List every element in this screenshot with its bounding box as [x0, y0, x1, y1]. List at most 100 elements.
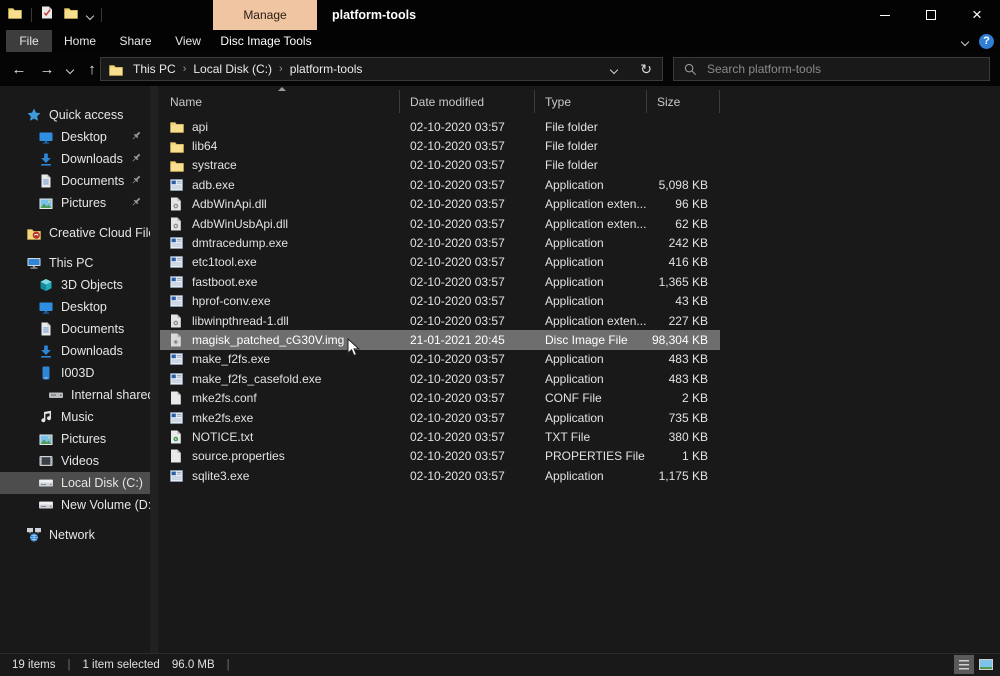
file-row-source-properties[interactable]: source.properties02-10-2020 03:57PROPERT… [160, 447, 720, 466]
sidebar-item-local-disk-c[interactable]: Local Disk (C:) [0, 472, 150, 494]
column-header-type[interactable]: Type [535, 90, 647, 113]
file-type: Application [535, 372, 647, 386]
file-size: 96 KB [647, 197, 712, 211]
breadcrumb: This PC›Local Disk (C:)›platform-tools [129, 62, 366, 76]
sidebar-item-desktop[interactable]: Desktop [0, 126, 150, 148]
tab-home[interactable]: Home [52, 30, 108, 52]
sidebar-item-this-pc[interactable]: This PC [0, 252, 150, 274]
help-icon[interactable]: ? [979, 34, 994, 49]
column-header-size[interactable]: Size [647, 90, 720, 113]
file-row-dmtracedump-exe[interactable]: dmtracedump.exe02-10-2020 03:57Applicati… [160, 233, 720, 252]
file-row-mke2fs-conf[interactable]: mke2fs.conf02-10-2020 03:57CONF File2 KB [160, 388, 720, 407]
sidebar-scrollbar[interactable] [150, 86, 158, 653]
tab-view[interactable]: View [163, 30, 213, 52]
selection-size: 96.0 MB [172, 659, 215, 671]
forward-button[interactable]: → [34, 57, 60, 81]
sidebar-item-i003d[interactable]: I003D [0, 362, 150, 384]
file-row-sqlite3-exe[interactable]: sqlite3.exe02-10-2020 03:57Application1,… [160, 466, 720, 485]
ribbon-collapse-chevron-icon[interactable] [962, 38, 969, 45]
file-row-libwinpthread-1-dll[interactable]: libwinpthread-1.dll02-10-2020 03:57Appli… [160, 311, 720, 330]
file-row-systrace[interactable]: systrace02-10-2020 03:57File folder [160, 156, 720, 175]
file-row-adb-exe[interactable]: adb.exe02-10-2020 03:57Application5,098 … [160, 175, 720, 194]
file-type: CONF File [535, 391, 647, 405]
sidebar-item-documents[interactable]: Documents [0, 170, 150, 192]
back-button[interactable]: ← [6, 57, 32, 81]
search-box[interactable] [673, 57, 990, 81]
thumbnails-view-button[interactable] [976, 655, 996, 674]
details-view-button[interactable] [954, 655, 974, 674]
file-type: File folder [535, 120, 647, 134]
column-header-name[interactable]: Name [160, 90, 400, 113]
file-row-magisk-patched-cg30v-img[interactable]: magisk_patched_cG30V.img21-01-2021 20:45… [160, 330, 720, 349]
file-row-hprof-conv-exe[interactable]: hprof-conv.exe02-10-2020 03:57Applicatio… [160, 292, 720, 311]
sidebar-item-internal-shared-sto[interactable]: Internal shared sto [0, 384, 150, 406]
tab-disc-image-tools[interactable]: Disc Image Tools [213, 30, 319, 52]
sidebar-item-desktop[interactable]: Desktop [0, 296, 150, 318]
tab-file[interactable]: File [6, 30, 52, 52]
sidebar-item-pictures[interactable]: Pictures [0, 192, 150, 214]
sidebar-item-videos[interactable]: Videos [0, 450, 150, 472]
minimize-button[interactable] [862, 0, 908, 30]
file-size: 227 KB [647, 314, 712, 328]
ribbon-manage-tab[interactable]: Manage [213, 0, 317, 30]
column-label: Date modified [410, 95, 484, 109]
sidebar-item-3d-objects[interactable]: 3D Objects [0, 274, 150, 296]
search-input[interactable] [705, 61, 989, 77]
address-dropdown-chevron-icon[interactable] [611, 66, 618, 73]
window-controls [862, 0, 1000, 30]
sidebar-item-downloads[interactable]: Downloads [0, 340, 150, 362]
sidebar-item-quick-access[interactable]: Quick access [0, 104, 150, 126]
sidebar-item-network[interactable]: Network [0, 524, 150, 546]
maximize-button[interactable] [908, 0, 954, 30]
file-row-etc1tool-exe[interactable]: etc1tool.exe02-10-2020 03:57Application4… [160, 253, 720, 272]
sidebar-item-documents[interactable]: Documents [0, 318, 150, 340]
file-row-mke2fs-exe[interactable]: mke2fs.exe02-10-2020 03:57Application735… [160, 408, 720, 427]
file-row-lib64[interactable]: lib6402-10-2020 03:57File folder [160, 136, 720, 155]
sidebar-item-new-volume-d[interactable]: New Volume (D:) [0, 494, 150, 516]
sidebar-item-creative-cloud-files[interactable]: Creative Cloud Files [0, 222, 150, 244]
sidebar-item-music[interactable]: Music [0, 406, 150, 428]
window-title: platform-tools [332, 0, 416, 30]
file-row-notice-txt[interactable]: NOTICE.txt02-10-2020 03:57TXT File380 KB [160, 427, 720, 446]
file-name: mke2fs.conf [192, 391, 257, 405]
back-arrow-icon: ← [12, 62, 27, 77]
file-row-adbwinusbapi-dll[interactable]: AdbWinUsbApi.dll02-10-2020 03:57Applicat… [160, 214, 720, 233]
file-size: 1,175 KB [647, 469, 712, 483]
file-name: source.properties [192, 449, 285, 463]
file-size: 735 KB [647, 411, 712, 425]
breadcrumb-segment-local-disk-c[interactable]: Local Disk (C:) [189, 62, 276, 76]
sidebar-item-pictures[interactable]: Pictures [0, 428, 150, 450]
qat-customize-chevron-icon[interactable] [87, 12, 94, 19]
recent-locations-button[interactable] [62, 57, 78, 81]
column-label: Name [170, 95, 202, 109]
address-bar[interactable]: This PC›Local Disk (C:)›platform-tools [100, 57, 663, 81]
file-date-modified: 02-10-2020 03:57 [400, 217, 535, 231]
selection-count: 1 item selected [82, 659, 159, 671]
file-size: 5,098 KB [647, 178, 712, 192]
file-date-modified: 02-10-2020 03:57 [400, 178, 535, 192]
file-row-adbwinapi-dll[interactable]: AdbWinApi.dll02-10-2020 03:57Application… [160, 195, 720, 214]
properties-icon[interactable] [39, 4, 55, 26]
sidebar-item-downloads[interactable]: Downloads [0, 148, 150, 170]
pin-icon [130, 196, 142, 211]
file-type: Application exten... [535, 314, 647, 328]
column-header-date-modified[interactable]: Date modified [400, 90, 535, 113]
close-button[interactable] [954, 0, 1000, 30]
tab-share[interactable]: Share [108, 30, 163, 52]
minimize-icon [880, 15, 890, 16]
file-row-api[interactable]: api02-10-2020 03:57File folder [160, 117, 720, 136]
dll-icon [170, 217, 185, 231]
new-folder-icon[interactable] [62, 4, 80, 26]
sidebar-item-label: Music [61, 410, 94, 424]
breadcrumb-segment-this-pc[interactable]: This PC [129, 62, 180, 76]
explorer-folder-icon[interactable] [6, 4, 24, 26]
file-type: Disc Image File [535, 333, 647, 347]
file-row-make-f2fs-casefold-exe[interactable]: make_f2fs_casefold.exe02-10-2020 03:57Ap… [160, 369, 720, 388]
app-icon [170, 373, 185, 385]
refresh-icon[interactable] [640, 61, 652, 78]
file-row-fastboot-exe[interactable]: fastboot.exe02-10-2020 03:57Application1… [160, 272, 720, 291]
file-date-modified: 02-10-2020 03:57 [400, 236, 535, 250]
app-icon [170, 179, 185, 191]
file-row-make-f2fs-exe[interactable]: make_f2fs.exe02-10-2020 03:57Application… [160, 350, 720, 369]
breadcrumb-segment-platform-tools[interactable]: platform-tools [286, 62, 367, 76]
